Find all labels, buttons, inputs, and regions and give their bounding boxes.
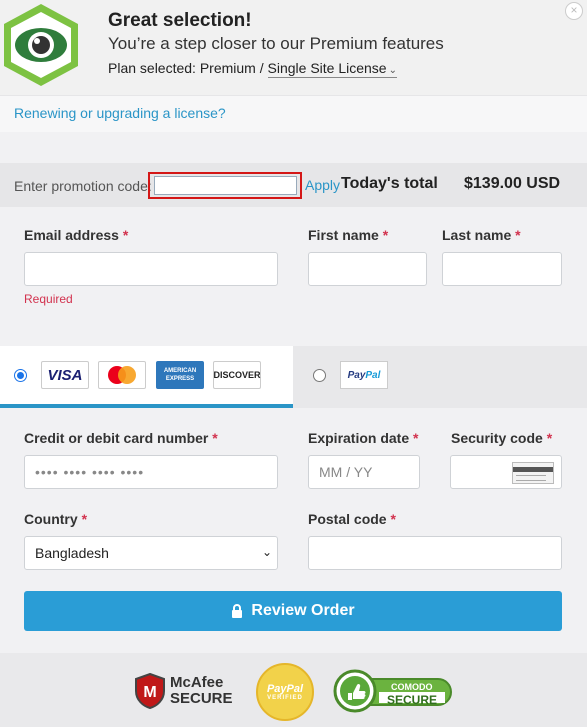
card-number-field[interactable] — [24, 455, 278, 489]
email-label-text: Email address — [24, 227, 119, 243]
promo-label: Enter promotion code: — [14, 178, 152, 194]
paypal-text-a: Pay — [347, 369, 366, 381]
expiration-label-text: Expiration date — [308, 430, 410, 446]
header-title: Great selection! — [108, 10, 252, 31]
mastercard-circles-icon — [108, 366, 136, 384]
card-number-label-text: Credit or debit card number — [24, 430, 209, 446]
required-mark: * — [413, 430, 419, 446]
chevron-down-icon: ⌄ — [388, 65, 397, 76]
required-mark: * — [122, 227, 129, 243]
apply-button[interactable]: Apply — [305, 177, 340, 193]
mcafee-secure-badge: M McAfee SECURE — [134, 671, 234, 711]
required-mark: * — [382, 227, 389, 243]
paypal-icon: Pay Pal — [340, 361, 388, 389]
promo-code-input[interactable] — [154, 176, 297, 195]
mcafee-line2: SECURE — [170, 690, 233, 707]
review-order-button[interactable]: Review Order — [24, 591, 562, 631]
postal-label: Postal code * — [308, 511, 396, 527]
security-code-wrap — [450, 455, 562, 489]
tab-paypal[interactable]: Pay Pal — [294, 346, 587, 408]
eye-logo-icon — [4, 4, 78, 86]
paypal-text-b: Pal — [365, 369, 381, 381]
security-code-label-text: Security code — [451, 430, 543, 446]
expiration-label: Expiration date * — [308, 430, 418, 446]
required-mark: * — [212, 430, 218, 446]
mcafee-shield-icon: M — [135, 673, 165, 709]
card-radio[interactable] — [14, 369, 27, 382]
last-name-label: Last name * — [442, 227, 521, 243]
amex-icon: AMERICAN EXPRESS — [156, 361, 204, 389]
first-name-label: First name * — [308, 227, 388, 243]
last-name-field[interactable] — [442, 252, 562, 286]
visa-icon: VISA — [41, 361, 89, 389]
first-name-field[interactable] — [308, 252, 427, 286]
required-mark: * — [390, 511, 396, 527]
postal-field[interactable] — [308, 536, 562, 570]
comodo-line2: SECURE — [387, 693, 438, 707]
discover-text: DISCOVER — [213, 370, 261, 380]
required-mark: * — [546, 430, 553, 446]
paypal-seal-line1: PayPal — [266, 683, 304, 695]
country-label-text: Country — [24, 511, 78, 527]
paypal-verified-badge: PayPal VERIFIED — [256, 663, 314, 721]
mcafee-line1: McAfee — [170, 674, 224, 691]
expiration-field[interactable] — [308, 455, 420, 489]
email-label: Email address * — [24, 227, 128, 243]
cvv-card-icon — [512, 462, 554, 484]
promo-highlight — [148, 172, 302, 199]
promo-bar: Enter promotion code: Apply Today's tota… — [0, 163, 587, 207]
trust-badges: M McAfee SECURE PayPal VERIFIED COMODO SE… — [0, 653, 587, 727]
tab-card[interactable]: VISA AMERICAN EXPRESS DISCOVER — [0, 346, 293, 408]
paypal-radio[interactable] — [313, 369, 326, 382]
payment-method-tabs: VISA AMERICAN EXPRESS DISCOVER Pay Pal — [0, 346, 587, 408]
card-number-label: Credit or debit card number * — [24, 430, 218, 446]
last-name-label-text: Last name — [442, 227, 512, 243]
country-select[interactable]: Bangladesh — [24, 536, 278, 570]
close-button[interactable]: × — [565, 2, 583, 20]
license-label: Single Site License — [267, 60, 387, 76]
country-label: Country * — [24, 511, 87, 527]
paypal-seal-line2: VERIFIED — [267, 695, 303, 701]
comodo-secure-badge: COMODO SECURE — [333, 669, 453, 713]
plan-prefix: Plan selected: Premium / — [108, 60, 264, 76]
license-selector[interactable]: Single Site License ⌄ — [267, 60, 397, 78]
svg-text:M: M — [143, 684, 156, 701]
country-select-wrap: Bangladesh ⌄ — [24, 536, 278, 570]
discover-icon: DISCOVER — [213, 361, 261, 389]
security-code-label: Security code * — [451, 430, 552, 446]
plan-selected: Plan selected: Premium / Single Site Lic… — [108, 60, 397, 78]
header: Great selection! You’re a step closer to… — [0, 0, 587, 95]
total-value: $139.00 USD — [464, 175, 561, 192]
visa-text: VISA — [47, 366, 83, 384]
first-name-label-text: First name — [308, 227, 379, 243]
comodo-line1: COMODO — [391, 682, 433, 692]
email-error: Required — [24, 292, 73, 306]
renew-bar: Renewing or upgrading a license? — [0, 95, 587, 132]
amex-text: AMERICAN EXPRESS — [163, 368, 197, 382]
required-mark: * — [81, 511, 88, 527]
required-mark: * — [515, 227, 521, 243]
email-field[interactable] — [24, 252, 278, 286]
renew-link[interactable]: Renewing or upgrading a license? — [14, 105, 226, 121]
mcafee-text: McAfee SECURE — [170, 675, 233, 707]
mastercard-icon — [98, 361, 146, 389]
header-subtitle: You’re a step closer to our Premium feat… — [108, 34, 444, 53]
review-order-label: Review Order — [251, 602, 355, 619]
postal-label-text: Postal code — [308, 511, 387, 527]
lock-icon — [232, 604, 243, 618]
total-label: Today's total — [341, 175, 438, 192]
